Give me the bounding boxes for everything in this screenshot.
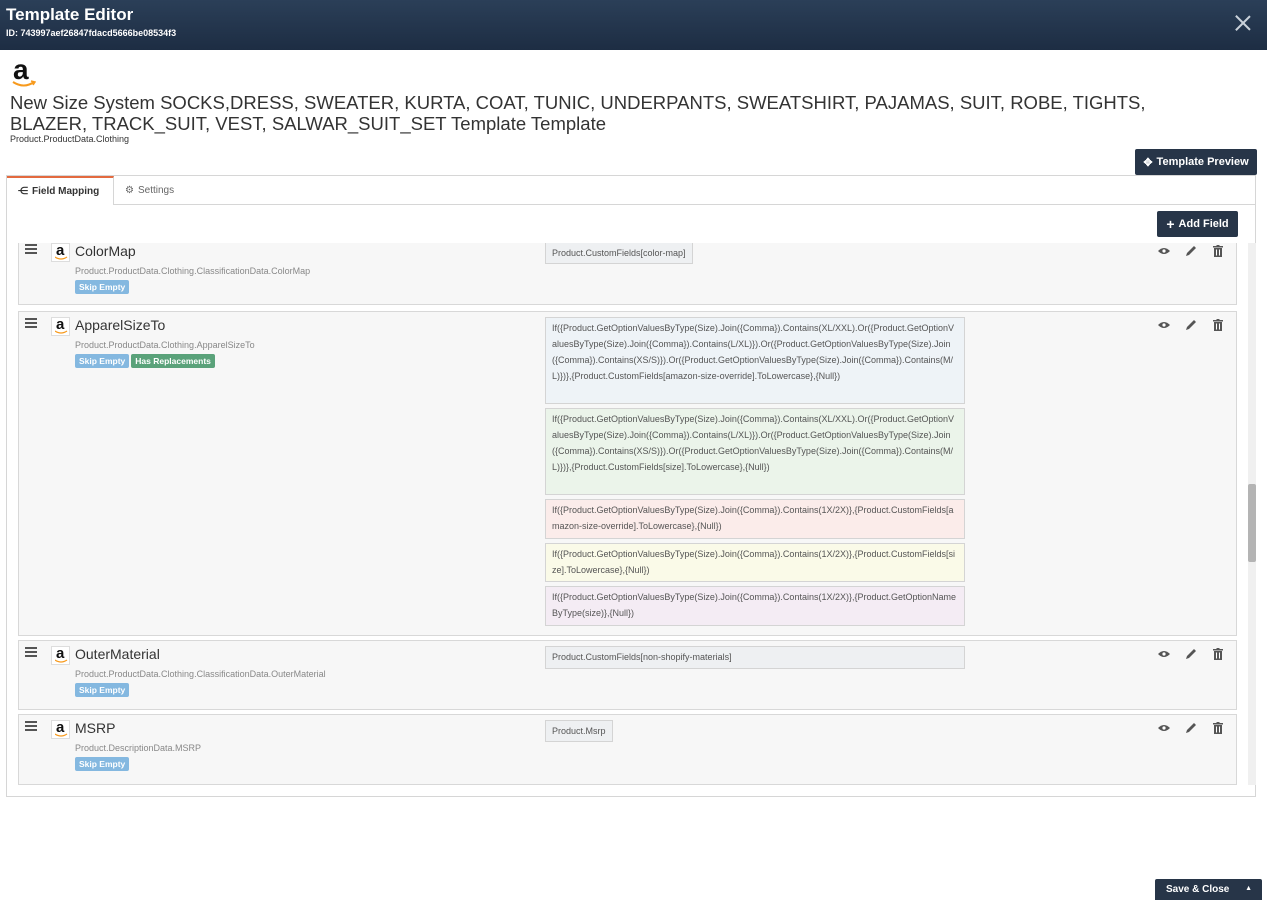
pencil-icon[interactable] — [1184, 721, 1197, 734]
field-actions — [1157, 244, 1224, 257]
field-expression[interactable]: If({Product.GetOptionValuesByType(Size).… — [545, 586, 965, 626]
pencil-icon[interactable] — [1184, 318, 1197, 331]
drag-handle-icon[interactable] — [25, 318, 37, 328]
eye-icon[interactable] — [1157, 647, 1170, 660]
tab-field-mapping[interactable]: ⋲ Field Mapping — [7, 176, 114, 205]
amazon-logo: a — [51, 645, 70, 665]
field-card: a ColorMap Product.ProductData.Clothing.… — [18, 243, 1237, 305]
tab-label: Settings — [137, 184, 175, 196]
template-heading: New Size System SOCKS,DRESS, SWEATER, KU… — [10, 92, 1146, 134]
field-path: Product.DescriptionData.MSRP — [75, 743, 202, 753]
eye-icon[interactable] — [1157, 318, 1170, 331]
field-name: MSRP — [75, 720, 116, 736]
skip-empty-badge: Skip Empty — [75, 354, 130, 368]
template-preview-icon: ✥ — [1143, 156, 1153, 169]
tab-settings[interactable]: ⚙ Settings — [125, 176, 174, 204]
window-header: Template Editor ID: 743997aef26847fdacd5… — [0, 0, 1267, 50]
field-name: ColorMap — [75, 243, 136, 259]
skip-empty-badge: Skip Empty — [75, 280, 130, 294]
amazon-logo: a — [51, 243, 70, 262]
field-actions — [1157, 318, 1224, 331]
field-expression[interactable]: If({Product.GetOptionValuesByType(Size).… — [545, 408, 965, 495]
save-close-button[interactable]: Save & Close ▲ — [1155, 879, 1262, 900]
field-card: a ApparelSizeTo Product.ProductData.Clot… — [18, 311, 1237, 636]
field-path: Product.ProductData.Clothing.Classificat… — [75, 266, 311, 276]
gear-icon: ⚙ — [125, 184, 134, 196]
drag-handle-icon[interactable] — [25, 244, 37, 254]
pencil-icon[interactable] — [1184, 647, 1197, 660]
add-field-label: Add Field — [1178, 218, 1229, 230]
field-list[interactable]: a ColorMap Product.ProductData.Clothing.… — [18, 243, 1238, 785]
template-id: ID: 743997aef26847fdacd5666be08534f3 — [6, 28, 177, 38]
save-close-label: Save & Close — [1166, 884, 1230, 895]
drag-handle-icon[interactable] — [25, 721, 37, 731]
trash-icon[interactable] — [1211, 647, 1224, 660]
skip-empty-badge: Skip Empty — [75, 683, 130, 697]
field-card: a OuterMaterial Product.ProductData.Clot… — [18, 640, 1237, 710]
field-path: Product.ProductData.Clothing.ApparelSize… — [75, 340, 255, 350]
trash-icon[interactable] — [1211, 318, 1224, 331]
amazon-logo: a — [51, 316, 70, 336]
template-path: Product.ProductData.Clothing — [10, 134, 130, 144]
field-actions — [1157, 721, 1224, 734]
has-replacements-badge: Has Replacements — [131, 354, 215, 368]
drag-handle-icon[interactable] — [25, 647, 37, 657]
field-expression[interactable]: Product.CustomFields[color-map] — [545, 243, 693, 264]
field-expression[interactable]: Product.CustomFields[non-shopify-materia… — [545, 646, 965, 669]
skip-empty-badge: Skip Empty — [75, 757, 130, 771]
plus-icon: + — [1166, 216, 1175, 232]
template-preview-button[interactable]: ✥ Template Preview — [1135, 149, 1257, 175]
trash-icon[interactable] — [1211, 244, 1224, 257]
field-name: ApparelSizeTo — [75, 317, 166, 333]
field-actions — [1157, 647, 1224, 660]
scrollbar[interactable] — [1248, 243, 1256, 785]
field-expression[interactable]: If({Product.GetOptionValuesByType(Size).… — [545, 499, 965, 539]
eye-icon[interactable] — [1157, 721, 1170, 734]
field-name: OuterMaterial — [75, 646, 160, 662]
window-title: Template Editor — [6, 5, 134, 24]
trash-icon[interactable] — [1211, 721, 1224, 734]
close-icon[interactable] — [1233, 13, 1253, 33]
amazon-logo: a — [6, 54, 40, 90]
template-preview-label: Template Preview — [1156, 156, 1249, 168]
amazon-logo: a — [51, 719, 70, 739]
tab-label: Field Mapping — [32, 186, 100, 197]
field-path: Product.ProductData.Clothing.Classificat… — [75, 669, 326, 679]
pencil-icon[interactable] — [1184, 244, 1197, 257]
field-expression[interactable]: If({Product.GetOptionValuesByType(Size).… — [545, 317, 965, 404]
caret-up-icon[interactable]: ▲ — [1245, 885, 1252, 892]
field-card: a MSRP Product.DescriptionData.MSRP Skip… — [18, 714, 1237, 785]
eye-icon[interactable] — [1157, 244, 1170, 257]
tab-bar: ⋲ Field Mapping ⚙ Settings — [7, 176, 1255, 205]
field-mapping-icon: ⋲ — [18, 186, 28, 197]
scrollbar-thumb[interactable] — [1248, 484, 1256, 562]
add-field-button[interactable]: + Add Field — [1157, 211, 1238, 237]
field-expression[interactable]: Product.Msrp — [545, 720, 613, 742]
field-expression[interactable]: If({Product.GetOptionValuesByType(Size).… — [545, 543, 965, 582]
